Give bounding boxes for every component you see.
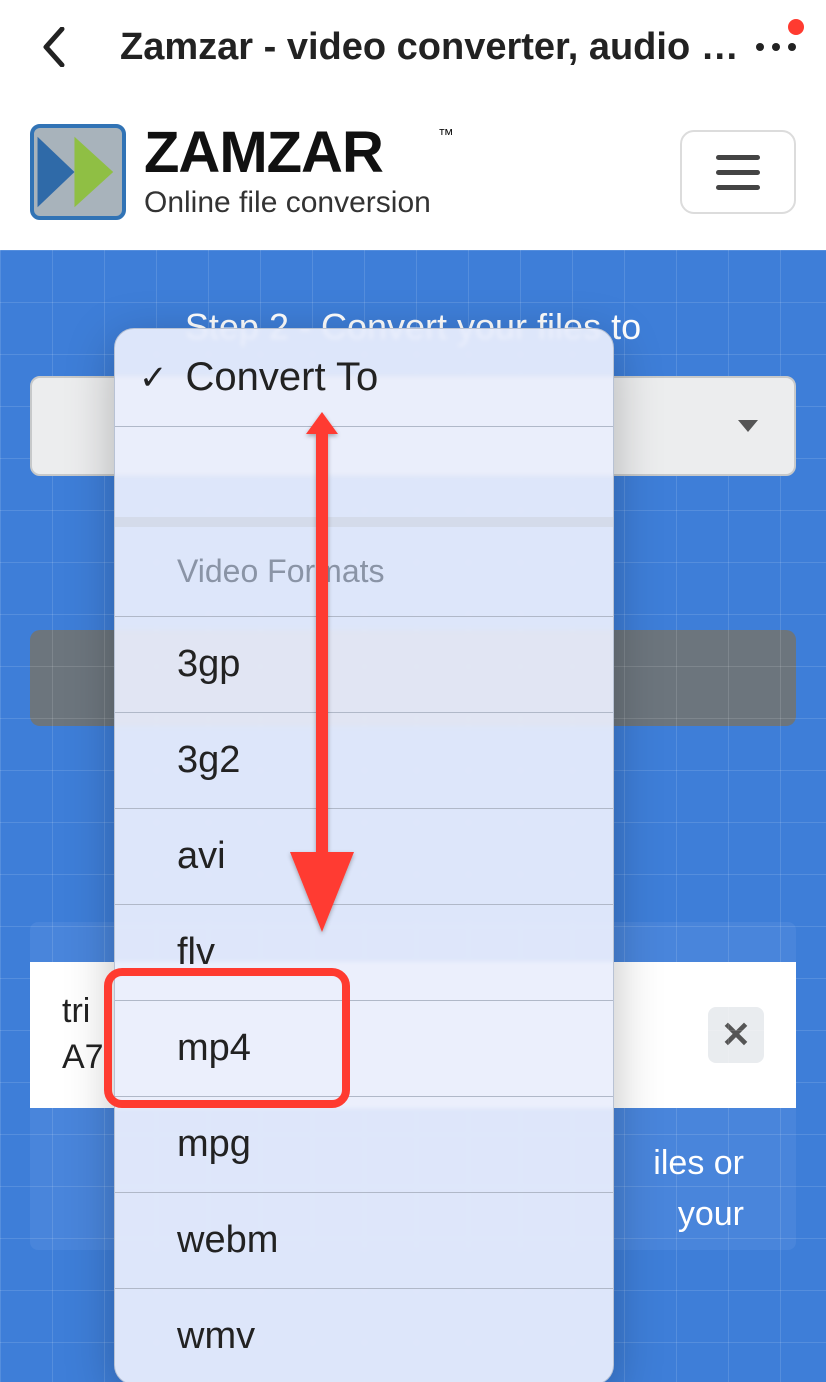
logo-icon: [30, 124, 126, 220]
dropdown-option-wmv[interactable]: wmv: [115, 1289, 613, 1382]
dropdown-option-3gp[interactable]: 3gp: [115, 617, 613, 713]
dropdown-spacer: [115, 427, 613, 527]
logo[interactable]: ZAMZAR™ Online file conversion: [30, 124, 431, 220]
notification-badge-icon: [788, 19, 804, 35]
close-icon: ✕: [721, 1014, 751, 1056]
dropdown-option-3g2[interactable]: 3g2: [115, 713, 613, 809]
back-button[interactable]: [30, 23, 78, 71]
dropdown-option-mp4[interactable]: mp4: [115, 1001, 613, 1097]
hamburger-icon: [716, 155, 760, 160]
more-menu-button[interactable]: [748, 19, 804, 75]
checkmark-icon: ✓: [139, 358, 168, 398]
browser-top-bar: Zamzar - video converter, audio con...: [0, 0, 826, 94]
dropdown-selected-label: Convert To: [186, 355, 379, 400]
dropdown-option-avi[interactable]: avi: [115, 809, 613, 905]
caret-down-icon: [738, 420, 758, 432]
dropdown-group-label: Video Formats: [115, 527, 613, 617]
site-header: ZAMZAR™ Online file conversion: [0, 94, 826, 250]
more-horizontal-icon: [756, 43, 796, 51]
menu-button[interactable]: [680, 130, 796, 214]
dropdown-option-mpg[interactable]: mpg: [115, 1097, 613, 1193]
logo-brand-text: ZAMZAR™: [144, 124, 431, 182]
dropdown-option-webm[interactable]: webm: [115, 1193, 613, 1289]
dropdown-option-flv[interactable]: flv: [115, 905, 613, 1001]
format-dropdown: ✓ Convert To Video Formats 3gp 3g2 avi f…: [114, 328, 614, 1382]
dropdown-selected-header[interactable]: ✓ Convert To: [115, 329, 613, 427]
chevron-left-icon: [40, 27, 68, 67]
page-title: Zamzar - video converter, audio con...: [120, 26, 748, 69]
file-name: triA7: [62, 989, 104, 1081]
logo-tagline: Online file conversion: [144, 186, 431, 220]
remove-file-button[interactable]: ✕: [708, 1007, 764, 1063]
